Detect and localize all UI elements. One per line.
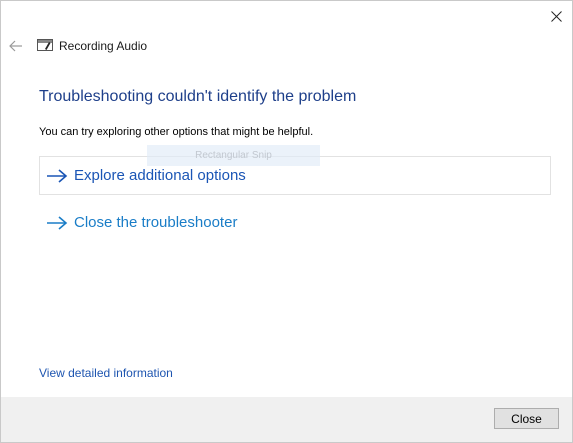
option-label: Explore additional options (74, 166, 246, 184)
view-detailed-information-link[interactable]: View detailed information (39, 366, 173, 380)
option-label: Close the troubleshooter (74, 213, 238, 231)
back-arrow-icon (9, 40, 22, 52)
close-troubleshooter-link[interactable]: Close the troubleshooter (39, 203, 551, 242)
arrow-right-icon (47, 168, 68, 183)
footer-bar: Close (1, 397, 572, 442)
explore-additional-options-link[interactable]: Explore additional options (39, 156, 551, 195)
close-button[interactable]: Close (494, 408, 559, 429)
troubleshooter-window: Recording Audio Troubleshooting couldn't… (0, 0, 573, 443)
close-icon (550, 10, 562, 22)
window-title: Recording Audio (59, 39, 148, 53)
arrow-right-icon (47, 215, 68, 230)
page-title: Troubleshooting couldn't identify the pr… (39, 88, 357, 105)
troubleshooter-icon (37, 39, 53, 51)
window-close-button[interactable] (541, 1, 571, 31)
page-description: You can try exploring other options that… (39, 126, 314, 138)
back-button[interactable] (6, 37, 26, 55)
